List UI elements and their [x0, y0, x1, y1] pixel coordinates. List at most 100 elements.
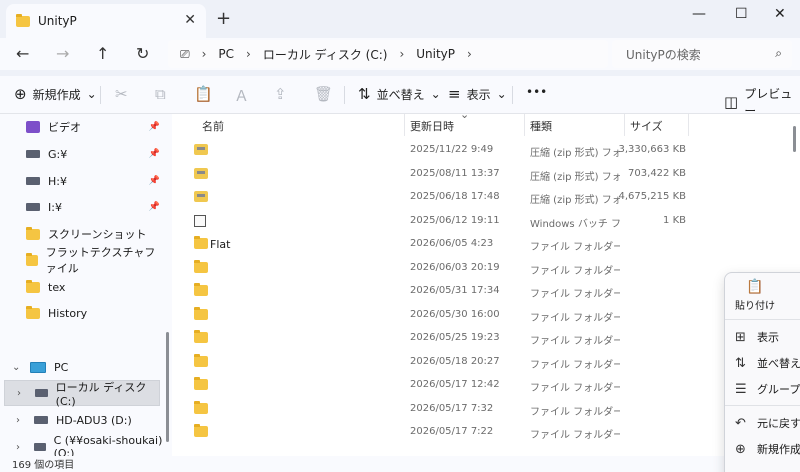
table-row[interactable]: 2026/05/18 20:27 ファイル フォルダー	[172, 350, 792, 373]
new-button[interactable]: ⊕ 新規作成 ⌄	[14, 85, 97, 103]
drive-icon	[34, 416, 48, 424]
search-input[interactable]: UnityPの検索 ⌕	[612, 40, 792, 68]
chevron-right-icon[interactable]: ›	[246, 47, 251, 61]
file-type: 圧縮 (zip 形式) フォ...	[530, 148, 620, 159]
context-item-view[interactable]: ⊞ 表示	[735, 329, 779, 345]
view-button[interactable]: ≡ 表示 ⌄	[448, 85, 507, 103]
table-row[interactable]: 2026/05/17 7:32 ファイル フォルダー	[172, 397, 792, 420]
file-date: 2025/11/22 9:49	[410, 144, 494, 155]
column-divider[interactable]	[524, 114, 525, 136]
chevron-right-icon[interactable]: ›	[16, 442, 20, 453]
close-window-button[interactable]: ✕	[774, 6, 786, 22]
context-item-label: 並べ替え	[757, 357, 800, 370]
sort-button[interactable]: ⇅ 並べ替え ⌄	[358, 85, 441, 103]
folder-icon	[194, 259, 208, 273]
sidebar-item-flat-texture[interactable]: フラットテクスチャファイル	[26, 246, 166, 275]
delete-button[interactable]: 🗑	[314, 85, 333, 103]
forward-button[interactable]: →	[56, 44, 69, 63]
table-row[interactable]: 2026/06/03 20:19 ファイル フォルダー	[172, 256, 792, 279]
view-label: 表示	[466, 87, 491, 102]
minimize-button[interactable]: —	[692, 6, 706, 22]
chevron-right-icon[interactable]: ›	[16, 415, 20, 426]
refresh-button[interactable]: ↻	[136, 44, 149, 63]
sidebar-scrollbar[interactable]	[166, 332, 169, 442]
search-icon[interactable]: ⌕	[775, 46, 782, 61]
new-tab-button[interactable]: +	[216, 8, 231, 29]
up-button[interactable]: ↑	[96, 44, 109, 63]
folder-icon	[16, 13, 30, 27]
sidebar-item-local-disk[interactable]: › ローカル ディスク (C:)	[4, 380, 160, 408]
sidebar-item-g[interactable]: G:¥ 📌	[26, 141, 166, 167]
chevron-right-icon[interactable]: ›	[467, 47, 472, 61]
table-row[interactable]: 2026/05/25 19:23 ファイル フォルダー	[172, 326, 792, 349]
table-row[interactable]: 2025/11/22 9:49 圧縮 (zip 形式) フォ...3,330,66…	[172, 138, 792, 161]
clipboard-icon: 📋	[194, 85, 213, 103]
rename-icon: Ａ	[234, 87, 250, 105]
sidebar-item-tex[interactable]: tex	[26, 274, 166, 300]
sidebar-item-history[interactable]: History	[26, 300, 166, 326]
sidebar-item-i[interactable]: I:¥ 📌	[26, 194, 166, 220]
column-type[interactable]: 種類	[530, 118, 552, 134]
breadcrumb-local-disk[interactable]: ローカル ディスク (C:)	[263, 46, 388, 63]
sort-chevron-icon: ⌄	[460, 114, 470, 121]
column-divider[interactable]	[688, 114, 689, 136]
column-size[interactable]: サイズ	[630, 118, 663, 134]
table-row[interactable]: 2026/05/30 16:00 ファイル フォルダー	[172, 303, 792, 326]
context-item-group-by[interactable]: ☰ グループで	[735, 381, 800, 397]
back-button[interactable]: ←	[16, 44, 29, 63]
file-type: ファイル フォルダー	[530, 242, 620, 253]
context-item-sort[interactable]: ⇅ 並べ替え	[735, 355, 800, 371]
file-type: ファイル フォルダー	[530, 359, 620, 371]
cut-button[interactable]: ✂	[115, 85, 128, 103]
table-row[interactable]: 2025/08/11 13:37 圧縮 (zip 形式) フォ... 703,422…	[172, 162, 792, 185]
sidebar-item-label: I:¥	[48, 200, 62, 214]
maximize-button[interactable]: ☐	[735, 6, 748, 22]
table-row[interactable]: 2026/05/17 12:42 ファイル フォルダー	[172, 373, 792, 396]
undo-icon: ↶	[735, 415, 746, 431]
table-row[interactable]: 2026/05/31 17:34 ファイル フォルダー	[172, 279, 792, 302]
share-button[interactable]: ⇪	[274, 85, 287, 103]
table-row[interactable]: 2025/06/12 19:11 Windows バッチ ファ... 1 KB	[172, 209, 792, 232]
file-date: 2026/06/05 4:23	[410, 238, 494, 249]
sidebar-item-network-drive[interactable]: › C (¥¥osaki-shoukai) (O:)	[4, 434, 164, 456]
sidebar-item-label: H:¥	[48, 174, 67, 188]
copy-button[interactable]: ⧉	[155, 85, 166, 103]
context-item-new[interactable]: ⊕ 新規作成	[735, 441, 800, 457]
address-row: ← → ↑ ↻ ⎚ › PC › ローカル ディスク (C:) › UnityP…	[0, 38, 800, 70]
breadcrumb-pc[interactable]: PC	[218, 47, 234, 61]
sidebar-item-h[interactable]: H:¥ 📌	[26, 168, 166, 194]
address-bar[interactable]: ⎚ › PC › ローカル ディスク (C:) › UnityP ›	[168, 40, 608, 68]
breadcrumb-unityp[interactable]: UnityP	[416, 47, 455, 61]
table-row[interactable]: Flat 2026/06/05 4:23 ファイル フォルダー	[172, 232, 792, 255]
chevron-right-icon[interactable]: ›	[17, 388, 21, 399]
column-divider[interactable]	[624, 114, 625, 136]
table-row[interactable]: 2026/05/17 7:22 ファイル フォルダー	[172, 420, 792, 443]
file-date: 2026/05/17 12:42	[410, 379, 500, 390]
sidebar-item-label: G:¥	[48, 147, 68, 161]
scissors-icon: ✂	[115, 85, 128, 103]
chevron-right-icon[interactable]: ›	[399, 47, 404, 61]
sidebar-item-video[interactable]: ビデオ 📌	[26, 114, 166, 140]
column-date[interactable]: 更新日時	[410, 118, 454, 134]
file-type: 圧縮 (zip 形式) フォ...	[530, 195, 620, 206]
chevron-right-icon[interactable]: ›	[202, 47, 207, 61]
more-button[interactable]: •••	[526, 85, 547, 99]
sidebar-item-hd-adu3[interactable]: › HD-ADU3 (D:)	[4, 407, 164, 433]
rename-button[interactable]: Ａ	[234, 85, 249, 106]
close-tab-icon[interactable]: ✕	[184, 12, 196, 28]
context-item-undo[interactable]: ↶ 元に戻す	[735, 415, 800, 431]
context-menu: 📋 貼り付け ⊞ 表示 ⇅ 並べ替え ☰ グループで ↶ 元に戻す ⊕ 新規作成	[724, 272, 800, 472]
table-row[interactable]: 2025/06/18 17:48 圧縮 (zip 形式) フォ...4,675,2…	[172, 185, 792, 208]
context-paste-button[interactable]: 📋 貼り付け	[735, 279, 775, 312]
chevron-down-icon[interactable]: ⌄	[12, 362, 20, 373]
tab-unityp[interactable]: UnityP ✕	[6, 4, 206, 38]
navigation-pane: ビデオ 📌 G:¥ 📌 H:¥ 📌 I:¥ 📌 スクリーンショット フラットテク…	[0, 114, 172, 456]
column-name[interactable]: 名前	[202, 118, 224, 134]
file-list-scrollbar[interactable]	[793, 126, 796, 152]
folder-icon	[194, 377, 208, 390]
paste-button[interactable]: 📋	[194, 85, 213, 103]
column-divider[interactable]	[404, 114, 405, 136]
file-list: 名前 更新日時 ⌄ 種類 サイズ 2025/11/22 9:49 圧縮 (zip …	[172, 114, 800, 456]
file-size: 4,675,215 KB	[618, 191, 687, 202]
sidebar-item-pc[interactable]: ⌄ PC	[0, 354, 165, 380]
